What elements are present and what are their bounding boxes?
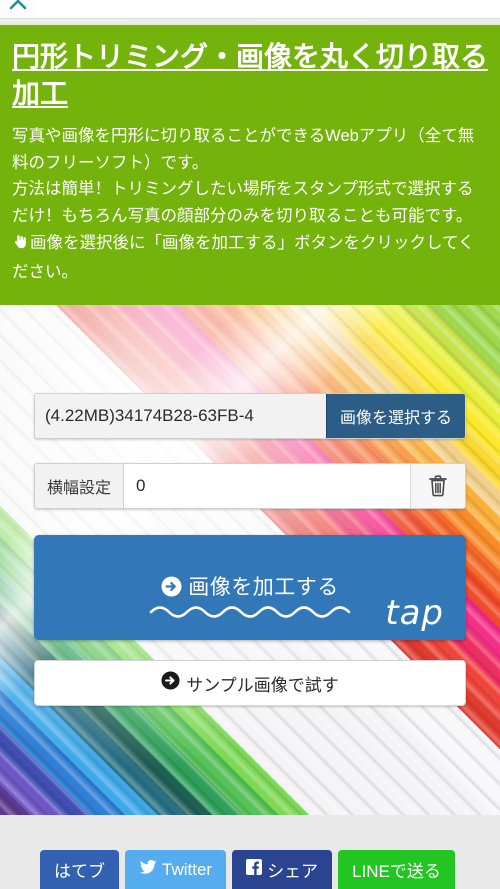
share-label-twitter: Twitter: [162, 859, 213, 879]
width-input[interactable]: [124, 464, 410, 509]
width-setting-row[interactable]: 横幅設定: [34, 463, 466, 510]
pointing-hand-icon: [12, 232, 29, 259]
photo-background: (4.22MB)34174B28-63FB-4 画像を選択する 横幅設定 0 画…: [0, 305, 500, 816]
file-name-display: (4.22MB)34174B28-63FB-4: [35, 394, 326, 439]
twitter-bird-icon: [139, 859, 162, 880]
share-button-hatena[interactable]: はてブ: [40, 850, 119, 889]
hero-description: 写真や画像を円形に切り取ることができるWebアプリ（全て無料のフリーソフト）です…: [12, 123, 488, 285]
top-bar-blank: [36, 0, 500, 18]
share-button-facebook[interactable]: シェア: [232, 850, 333, 889]
upload-form: (4.22MB)34174B28-63FB-4 画像を選択する 横幅設定 0 画…: [0, 393, 500, 707]
page-root: 円形トリミング・画像を丸く切り取る加工 写真や画像を円形に切り取ることができるW…: [0, 0, 500, 889]
arrow-circle-right-icon: [161, 576, 182, 603]
file-input-row[interactable]: (4.22MB)34174B28-63FB-4 画像を選択する: [34, 393, 466, 440]
try-sample-image-button[interactable]: サンプル画像で試す: [34, 660, 466, 707]
tap-hint-text: tap: [385, 593, 444, 634]
trash-icon[interactable]: [410, 464, 465, 509]
share-button-line[interactable]: LINEで送る: [338, 850, 455, 889]
width-setting-label: 横幅設定: [35, 464, 124, 509]
share-label-hatena: はてブ: [54, 862, 105, 881]
try-sample-image-text: サンプル画像で試す: [186, 675, 339, 695]
hero-paragraph-3: 画像を選択後に「画像を加工する」ボタンをクリックしてください。: [12, 230, 488, 285]
chevron-up-icon[interactable]: [7, 0, 29, 15]
process-image-text: 画像を加工する: [188, 576, 339, 600]
share-button-twitter[interactable]: Twitter: [125, 850, 227, 889]
process-image-button[interactable]: 画像を加工する tap: [34, 535, 466, 641]
hero-paragraph-3-text: 画像を選択後に「画像を加工する」ボタンをクリックしてください。: [12, 233, 475, 281]
hero-paragraph-2: 方法は簡単！トリミングしたい場所をスタンプ形式で選択するだけ！もちろん写真の顔部…: [12, 180, 474, 226]
hero-paragraph-1: 写真や画像を円形に切り取ることができるWebアプリ（全て無料のフリーソフト）です…: [12, 126, 475, 172]
share-label-line: LINEで送る: [352, 862, 441, 881]
share-bar: はてブ Twitter シェア LINEで送る: [0, 840, 500, 889]
select-image-button[interactable]: 画像を選択する: [325, 394, 465, 439]
arrow-circle-right-icon: [161, 671, 180, 695]
facebook-icon: [246, 859, 267, 880]
browser-top-bar: [0, 0, 500, 19]
page-title: 円形トリミング・画像を丸く切り取る加工: [12, 41, 489, 109]
squiggle-underline: [149, 606, 351, 619]
share-label-facebook: シェア: [267, 862, 319, 881]
hero-section: 円形トリミング・画像を丸く切り取る加工 写真や画像を円形に切り取ることができるW…: [0, 25, 500, 306]
